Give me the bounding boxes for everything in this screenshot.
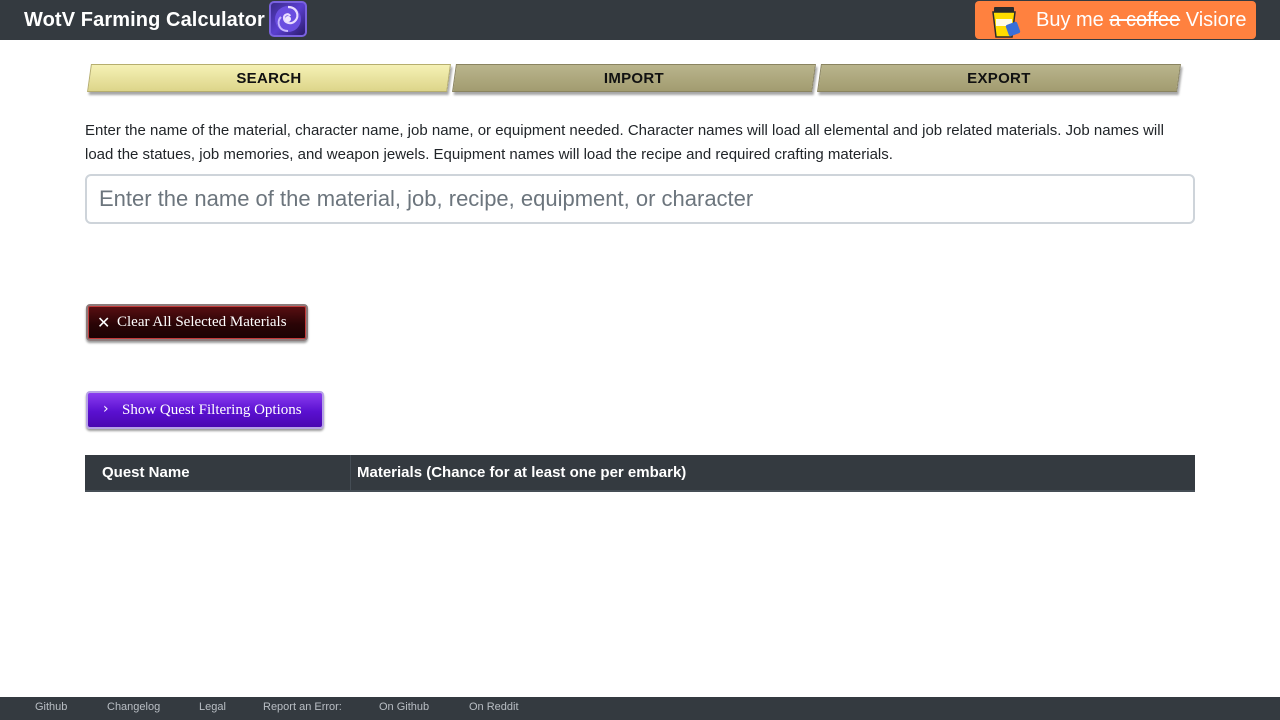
footer-link-report-on-reddit[interactable]: On Reddit	[469, 701, 519, 713]
chevron-right-icon: ›	[103, 401, 109, 417]
footer-link-report-on-github[interactable]: On Github	[379, 701, 429, 713]
filter-button-label: Show Quest Filtering Options	[122, 402, 302, 418]
footer: Github Changelog Legal Report an Error: …	[0, 697, 1280, 720]
top-navbar: WotV Farming Calculator Buy me a coffee …	[0, 0, 1280, 40]
swirl-logo-icon[interactable]	[269, 1, 307, 37]
clear-button-label: Clear All Selected Materials	[117, 314, 287, 330]
clear-all-selected-materials-button[interactable]: ✕ Clear All Selected Materials	[86, 304, 308, 341]
column-header-quest-name[interactable]: Quest Name	[85, 455, 351, 490]
tab-bar: SEARCH IMPORT EXPORT	[85, 64, 1195, 94]
coffee-label: Buy me a coffee Visiore	[1036, 9, 1247, 31]
close-icon: ✕	[97, 313, 111, 332]
search-description: Enter the name of the material, characte…	[85, 122, 1164, 163]
quest-table: Quest Name Materials (Chance for at leas…	[85, 455, 1195, 492]
column-header-materials[interactable]: Materials (Chance for at least one per e…	[351, 455, 686, 490]
footer-link-changelog[interactable]: Changelog	[107, 701, 160, 713]
show-quest-filtering-options-button[interactable]: › Show Quest Filtering Options	[86, 391, 324, 429]
footer-link-legal[interactable]: Legal	[199, 701, 226, 713]
footer-link-github[interactable]: Github	[35, 701, 67, 713]
app-title[interactable]: WotV Farming Calculator	[24, 9, 265, 32]
tab-export[interactable]: EXPORT	[817, 64, 1181, 92]
coffee-cup-icon	[992, 7, 1021, 38]
buy-me-a-coffee-button[interactable]: Buy me a coffee Visiore	[975, 1, 1256, 39]
search-input[interactable]	[85, 174, 1195, 224]
tab-search[interactable]: SEARCH	[87, 64, 451, 92]
footer-report-error-label: Report an Error:	[263, 701, 342, 713]
tab-import[interactable]: IMPORT	[452, 64, 816, 92]
